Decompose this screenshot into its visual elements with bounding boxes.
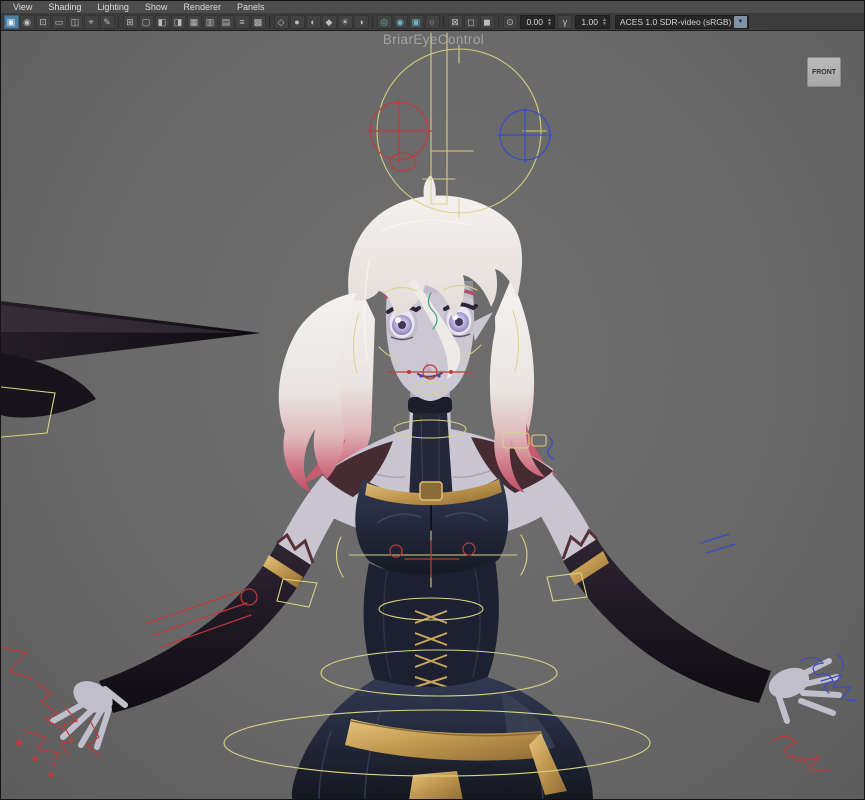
colorspace-value: ACES 1.0 SDR-video (sRGB) (616, 17, 734, 27)
toolbar-icons: ▣◉⊡▭◫⌖✎⊞▢◧◨▦▥▤≡▩◇●◐◆☀◑◎◉▣○⊠◻◼ (3, 15, 502, 29)
front-view-button[interactable]: FRONT (807, 57, 841, 87)
character-model[interactable] (53, 175, 839, 800)
xray-joints-icon[interactable]: ◼ (480, 15, 495, 29)
toolbar-separator (269, 16, 270, 28)
menu-lighting[interactable]: Lighting (89, 1, 137, 14)
film-gate-icon[interactable]: ▢ (139, 15, 154, 29)
image-plane-icon[interactable]: ◫ (68, 15, 83, 29)
textured-icon[interactable]: ◆ (322, 15, 337, 29)
camera-lock-icon[interactable]: ◉ (20, 15, 35, 29)
gamma-spinner[interactable]: ▲ ▼ (602, 18, 609, 26)
safe-action-icon[interactable]: ▥ (203, 15, 218, 29)
exposure-value[interactable]: 0.00 (521, 17, 547, 27)
panel-toolbar: ▣◉⊡▭◫⌖✎⊞▢◧◨▦▥▤≡▩◇●◐◆☀◑◎◉▣○⊠◻◼ ⊙ 0.00 ▲ ▼… (1, 14, 864, 31)
exposure-field[interactable]: 0.00 ▲ ▼ (520, 15, 555, 29)
camera-attributes-icon[interactable]: ⊡ (36, 15, 51, 29)
menu-panels[interactable]: Panels (229, 1, 273, 14)
toolbar-separator (372, 16, 373, 28)
smooth-shade-icon[interactable]: ● (290, 15, 305, 29)
right-eye-control-blue[interactable] (498, 108, 552, 162)
menubar: ViewShadingLightingShowRendererPanels (1, 1, 864, 14)
menu-renderer[interactable]: Renderer (175, 1, 229, 14)
clavicle-control-blue[interactable] (548, 437, 554, 459)
toolbar-separator (498, 16, 499, 28)
lighting-icon[interactable]: ☀ (338, 15, 353, 29)
xray-icon[interactable]: ◻ (464, 15, 479, 29)
default-material-icon[interactable]: ◐ (306, 15, 321, 29)
isolate-select-icon[interactable]: ⊠ (448, 15, 463, 29)
anti-aliasing-icon[interactable]: ▣ (409, 15, 424, 29)
resolution-gate-icon[interactable]: ◧ (155, 15, 170, 29)
spinner-down-icon[interactable]: ▼ (547, 22, 552, 26)
bookmark-icon[interactable]: ▭ (52, 15, 67, 29)
gamma-value[interactable]: 1.00 (576, 17, 602, 27)
gamma-field[interactable]: 1.00 ▲ ▼ (575, 15, 610, 29)
wireframe-icon[interactable]: ◇ (274, 15, 289, 29)
right-hand-controls-red[interactable] (771, 736, 829, 771)
chevron-down-icon[interactable]: ▼ (734, 16, 747, 28)
object-details-icon[interactable]: ▩ (251, 15, 266, 29)
left-hand-dots-red[interactable] (16, 740, 54, 778)
colorspace-dropdown[interactable]: ACES 1.0 SDR-video (sRGB) ▼ (615, 15, 749, 29)
menu-shading[interactable]: Shading (40, 1, 89, 14)
character-right-hand (764, 661, 839, 721)
scene-render[interactable] (1, 31, 865, 800)
menu-show[interactable]: Show (137, 1, 176, 14)
selection-label: BriarEyeControl (383, 32, 484, 47)
background-spike-prop[interactable] (1, 301, 261, 418)
gate-mask-icon[interactable]: ◨ (171, 15, 186, 29)
viewport[interactable]: BriarEyeControl FRONT (1, 31, 865, 800)
grid-icon[interactable]: ⊞ (123, 15, 138, 29)
motion-blur-icon[interactable]: ◉ (393, 15, 408, 29)
safe-title-icon[interactable]: ▤ (219, 15, 234, 29)
right-forearm-controls-blue[interactable] (701, 534, 735, 553)
shadows-icon[interactable]: ◑ (354, 15, 369, 29)
maya-viewport-panel: ViewShadingLightingShowRendererPanels ▣◉… (0, 0, 865, 800)
grease-pencil-icon[interactable]: ✎ (100, 15, 115, 29)
toolbar-separator (118, 16, 119, 28)
pan-zoom-icon[interactable]: ⌖ (84, 15, 99, 29)
left-eye-control-red[interactable] (366, 100, 432, 171)
gamma-icon[interactable]: γ (557, 15, 572, 29)
spinner-down-icon[interactable]: ▼ (602, 22, 607, 26)
menu-view[interactable]: View (5, 1, 40, 14)
hud-icon[interactable]: ≡ (235, 15, 250, 29)
toolbar-separator (443, 16, 444, 28)
left-edge-control-red[interactable] (1, 647, 33, 679)
field-chart-icon[interactable]: ▦ (187, 15, 202, 29)
exposure-icon[interactable]: ⊙ (503, 15, 518, 29)
exposure-spinner[interactable]: ▲ ▼ (547, 18, 554, 26)
depth-of-field-icon[interactable]: ○ (425, 15, 440, 29)
ssao-icon[interactable]: ◎ (377, 15, 392, 29)
selected-tool-icon[interactable]: ▣ (4, 15, 19, 29)
